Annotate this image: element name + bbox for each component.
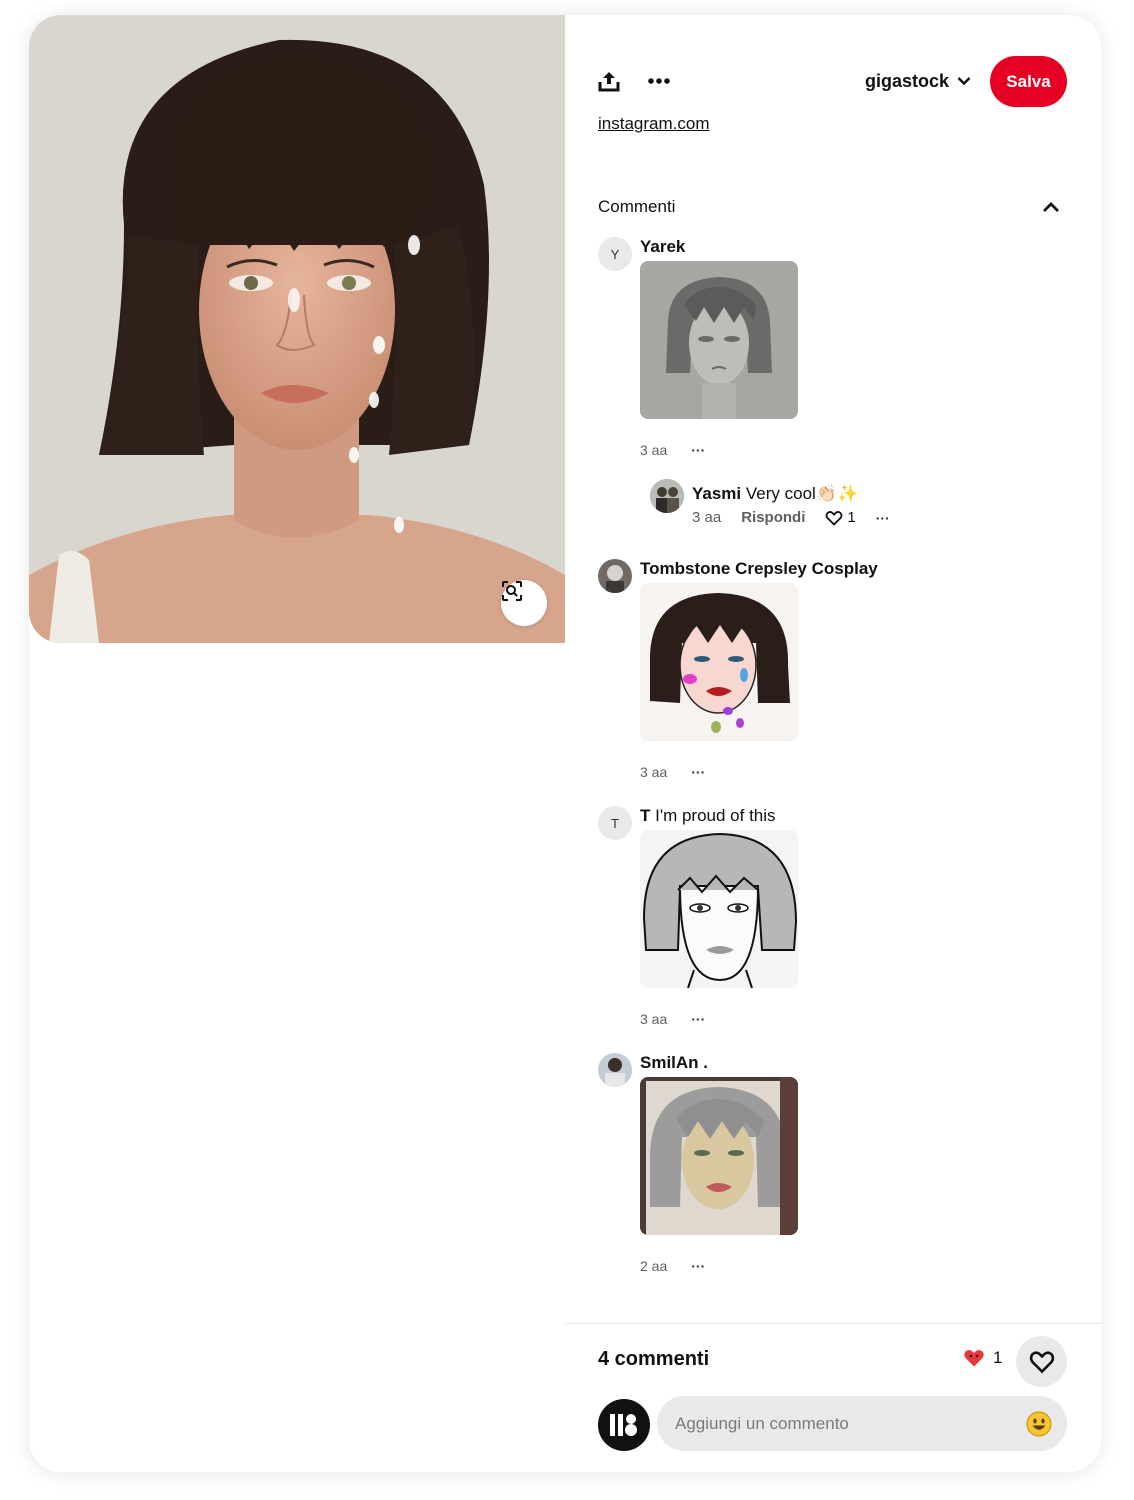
comment-time: 3 aa — [640, 764, 668, 780]
board-name: gigastock — [865, 70, 950, 91]
reply-author[interactable]: Yasmi — [692, 484, 741, 503]
reply-item: Yasmi Very cool👏🏻✨ 3 aa Rispondi 1 ··· — [650, 479, 1030, 526]
comment-item: SmilAn . 2 aa ··· — [598, 1053, 1068, 1283]
comment-meta: 2 aa ··· — [640, 1258, 705, 1274]
comment-text: I'm proud of this — [655, 806, 776, 825]
board-selector[interactable]: gigastock — [865, 65, 971, 97]
chevron-down-icon — [957, 77, 971, 86]
footer-divider — [565, 1323, 1101, 1324]
comment-author[interactable]: Tombstone Crepsley Cosplay — [640, 559, 878, 579]
comment-meta: 3 aa ··· — [640, 442, 705, 458]
reply-like-count: 1 — [847, 509, 856, 526]
comments-header[interactable]: Commenti — [598, 192, 1068, 222]
colored-drawing-image — [640, 583, 798, 741]
comment-more-button[interactable]: ··· — [691, 1011, 705, 1027]
comment-time: 2 aa — [640, 1258, 668, 1274]
comment-item: Tombstone Crepsley Cosplay 3 aa ··· — [598, 559, 1068, 789]
user-photo-icon — [650, 479, 684, 513]
heart-reaction-icon — [964, 1349, 984, 1367]
more-options-button[interactable] — [639, 61, 679, 101]
comments-title: Commenti — [598, 197, 676, 216]
pin-closeup-card: gigastock Salva instagram.com Commenti Y… — [29, 15, 1101, 1472]
pin-details-pane: gigastock Salva instagram.com Commenti Y… — [565, 15, 1101, 1472]
emoji-button[interactable] — [1025, 1410, 1053, 1438]
react-button[interactable] — [1016, 1336, 1067, 1387]
reactions-summary[interactable]: 1 — [963, 1348, 1002, 1368]
reply-like-button[interactable]: 1 — [825, 509, 856, 526]
comment-time: 3 aa — [640, 1011, 668, 1027]
heart-icon — [1029, 1350, 1054, 1373]
pencil-sketch-image — [640, 261, 798, 419]
comment-more-button[interactable]: ··· — [691, 764, 705, 780]
comment-author-name[interactable]: T — [640, 806, 650, 825]
share-button[interactable] — [589, 61, 629, 101]
comment-meta: 3 aa ··· — [640, 764, 705, 780]
grayscale-drawing-image — [640, 830, 798, 988]
pin-image[interactable] — [29, 15, 565, 643]
user-photo-icon — [598, 559, 632, 593]
avatar[interactable] — [598, 559, 632, 593]
comment-count: 4 commenti — [598, 1348, 710, 1370]
comment-time: 3 aa — [640, 442, 668, 458]
visual-search-button[interactable] — [501, 580, 547, 626]
comment-item: T T I'm proud of this 3 aa ··· — [598, 806, 1068, 1036]
pin-toolbar: gigastock Salva — [565, 55, 1101, 107]
emoji-icon — [1026, 1411, 1052, 1437]
comment-image[interactable] — [640, 830, 798, 988]
watercolor-drawing-image — [640, 1077, 798, 1235]
chevron-up-icon[interactable] — [1042, 201, 1060, 213]
comment-author[interactable]: SmilAn . — [640, 1053, 708, 1073]
share-icon — [598, 72, 620, 92]
comment-more-button[interactable]: ··· — [691, 1258, 705, 1274]
comment-image[interactable] — [640, 583, 798, 741]
comment-image[interactable] — [640, 1077, 798, 1235]
reply-text: Yasmi Very cool👏🏻✨ — [692, 484, 859, 503]
comment-item: Y Yarek 3 aa ··· Yasmi Very cool👏🏻✨ 3 aa… — [598, 237, 1068, 537]
comment-meta: 3 aa ··· — [640, 1011, 705, 1027]
visual-search-icon — [502, 581, 522, 601]
reply-time: 3 aa — [692, 509, 722, 526]
save-button[interactable]: Salva — [990, 56, 1067, 107]
user-logo-icon — [610, 1414, 637, 1436]
user-photo-icon — [598, 1053, 632, 1087]
avatar[interactable] — [598, 1053, 632, 1087]
avatar[interactable]: T — [598, 806, 632, 840]
reply-meta: 3 aa Rispondi 1 ··· — [692, 509, 890, 526]
avatar[interactable] — [650, 479, 684, 513]
comment-more-button[interactable]: ··· — [691, 442, 705, 458]
source-link[interactable]: instagram.com — [598, 114, 709, 134]
portrait-illustration — [29, 15, 565, 643]
comment-author: T I'm proud of this — [640, 806, 776, 826]
comment-author[interactable]: Yarek — [640, 237, 685, 257]
avatar[interactable]: Y — [598, 237, 632, 271]
reaction-count: 1 — [993, 1348, 1003, 1367]
more-icon — [648, 78, 670, 84]
heart-icon — [825, 510, 843, 526]
reply-button[interactable]: Rispondi — [741, 509, 805, 526]
comment-input[interactable] — [657, 1396, 1067, 1451]
comment-image[interactable] — [640, 261, 798, 419]
reply-more-button[interactable]: ··· — [876, 510, 890, 526]
current-user-avatar[interactable] — [598, 1399, 650, 1451]
